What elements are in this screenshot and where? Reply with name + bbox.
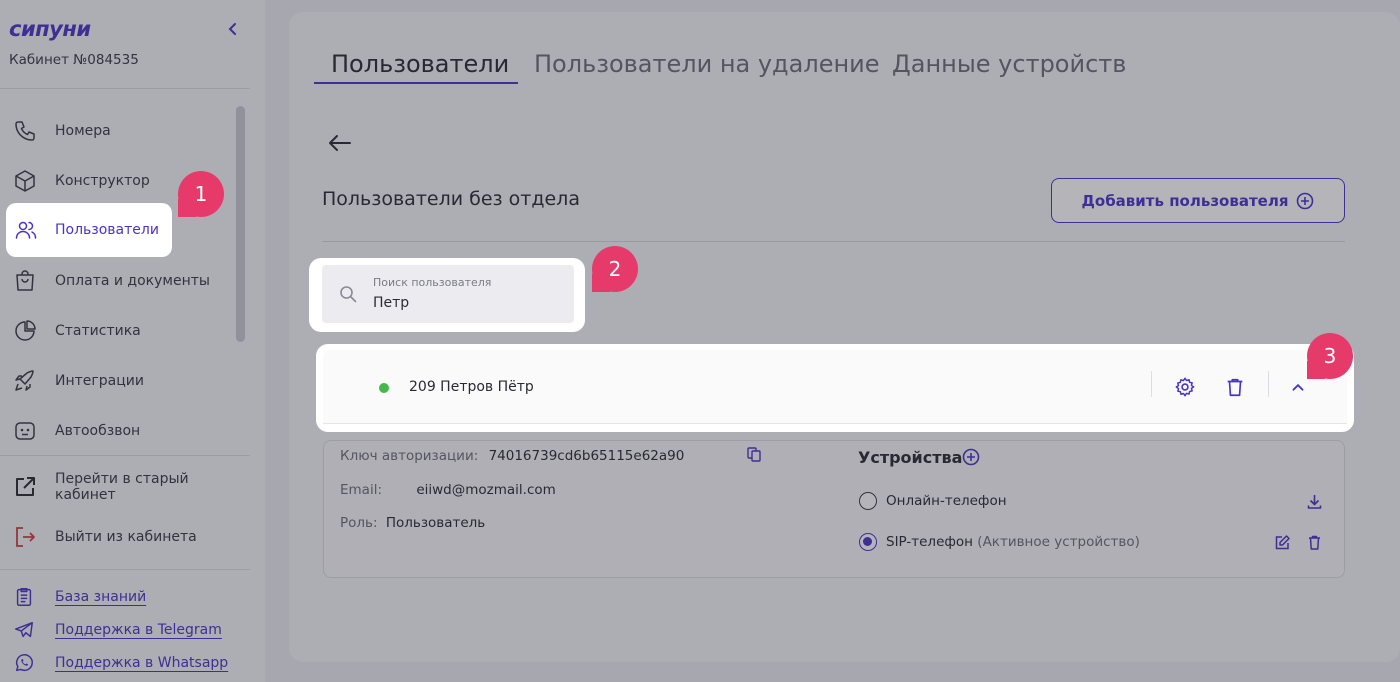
logout-icon xyxy=(16,527,35,547)
device-name: SIP-телефон xyxy=(886,534,973,550)
chevron-up-icon[interactable] xyxy=(1287,376,1309,398)
plus-circle-icon xyxy=(1297,192,1314,209)
user-name: 209 Петров Пётр xyxy=(409,379,534,395)
sidebar-item-label: Автообзвон xyxy=(55,423,141,439)
sidebar-item-numbers[interactable]: Номера xyxy=(0,111,232,151)
sidebar: сипуни Кабинет №084535 Номера Конструкто… xyxy=(0,0,265,682)
sidebar-scrollbar[interactable] xyxy=(236,106,245,342)
search-input[interactable]: Поиск пользователя Петр xyxy=(322,265,574,323)
settings-gear-icon[interactable] xyxy=(1174,376,1196,398)
active-device-note: (Активное устройство) xyxy=(977,534,1140,550)
sidebar-item-statistics[interactable]: Статистика xyxy=(0,311,232,351)
auth-key-label: Ключ авторизации: xyxy=(340,448,479,464)
search-container: Поиск пользователя Петр xyxy=(309,258,585,332)
logout-button[interactable]: Выйти из кабинета xyxy=(0,517,232,557)
chevron-left-icon xyxy=(228,23,236,35)
telegram-icon xyxy=(15,621,33,638)
divider xyxy=(322,241,1345,242)
devices-title: Устройства xyxy=(858,448,963,467)
role-value: Пользователь xyxy=(385,515,486,531)
cube-icon xyxy=(15,170,35,192)
pie-chart-icon xyxy=(15,320,36,341)
tab-users[interactable]: Пользователи xyxy=(331,50,509,78)
email-row: Email: eiiwd@mozmail.com xyxy=(340,482,556,498)
sidebar-item-payment[interactable]: Оплата и документы xyxy=(0,261,232,301)
bag-icon xyxy=(16,270,34,291)
telegram-support-label: Поддержка в Telegram xyxy=(55,622,222,638)
add-device-icon[interactable] xyxy=(962,448,980,466)
sidebar-item-label: Номера xyxy=(55,123,111,139)
tab-users-to-delete[interactable]: Пользователи на удаление xyxy=(534,50,880,78)
badge-number: 1 xyxy=(194,182,208,206)
device-name: Онлайн-телефон xyxy=(886,493,1007,509)
tab-device-data[interactable]: Данные устройств xyxy=(892,50,1126,78)
add-user-label: Добавить пользователя xyxy=(1081,191,1289,210)
online-phone-radio[interactable] xyxy=(859,492,877,510)
role-label: Роль: xyxy=(340,515,378,531)
whatsapp-support-label: Поддержка в Whatsapp xyxy=(55,655,229,671)
sidebar-item-label: Статистика xyxy=(55,323,141,339)
robot-icon xyxy=(15,422,35,440)
search-placeholder: Поиск пользователя xyxy=(373,276,492,289)
logout-label: Выйти из кабинета xyxy=(55,529,197,545)
sidebar-item-integrations[interactable]: Интеграции xyxy=(0,361,232,401)
main-panel: Пользователи Пользователи на удаление Да… xyxy=(289,12,1400,662)
download-icon[interactable] xyxy=(1306,493,1323,510)
knowledge-base-label: База знаний xyxy=(55,589,147,605)
cabinet-number: Кабинет №084535 xyxy=(9,52,139,68)
active-tab-indicator xyxy=(314,82,518,84)
user-row-highlight: 209 Петров Пётр xyxy=(316,344,1354,432)
phone-icon xyxy=(15,121,35,141)
sidebar-item-label: Пользователи xyxy=(55,222,159,238)
badge-number: 2 xyxy=(608,257,622,281)
badge-number: 3 xyxy=(1323,344,1337,368)
sidebar-item-users[interactable]: Пользователи xyxy=(6,203,172,257)
online-phone-label: Онлайн-телефон xyxy=(886,493,1007,509)
search-value: Петр xyxy=(373,295,410,311)
divider xyxy=(1268,371,1269,397)
user-row[interactable]: 209 Петров Пётр xyxy=(323,350,1347,424)
delete-user-icon[interactable] xyxy=(1224,376,1246,398)
collapse-sidebar-button[interactable] xyxy=(224,20,242,38)
divider xyxy=(0,455,250,456)
step-badge-2: 2 xyxy=(592,246,638,292)
external-link-icon xyxy=(16,477,35,496)
section-title: Пользователи без отдела xyxy=(322,188,580,210)
edit-icon[interactable] xyxy=(1274,534,1291,551)
email-value: eiiwd@mozmail.com xyxy=(416,482,556,498)
old-cabinet-link[interactable]: Перейти в старый кабинет xyxy=(0,467,232,507)
whatsapp-icon xyxy=(15,654,33,672)
sidebar-item-label: Оплата и документы xyxy=(55,273,210,289)
search-highlight: Поиск пользователя Петр xyxy=(309,258,585,332)
add-user-button[interactable]: Добавить пользователя xyxy=(1051,178,1345,223)
users-icon xyxy=(15,221,37,239)
online-status-dot xyxy=(379,383,389,393)
divider xyxy=(0,569,250,570)
logo[interactable]: сипуни xyxy=(9,17,91,41)
divider xyxy=(1151,371,1152,397)
auth-key-value: 74016739cd6b65115e62a90 xyxy=(488,448,685,464)
search-icon xyxy=(340,286,357,303)
clipboard-icon xyxy=(16,588,32,606)
auth-key-row: Ключ авторизации: 74016739cd6b65115e62a9… xyxy=(340,448,684,464)
divider xyxy=(0,88,250,89)
sidebar-item-autodial[interactable]: Автообзвон xyxy=(0,411,232,451)
sip-phone-radio[interactable] xyxy=(859,533,877,551)
role-row: Роль: Пользователь xyxy=(340,515,485,531)
trash-icon[interactable] xyxy=(1306,534,1323,551)
rocket-icon xyxy=(15,370,34,391)
old-cabinet-label: Перейти в старый кабинет xyxy=(55,471,189,503)
email-label: Email: xyxy=(340,482,383,498)
step-badge-3: 3 xyxy=(1307,333,1353,379)
copy-icon[interactable] xyxy=(746,446,762,462)
step-badge-1: 1 xyxy=(178,171,224,217)
sip-phone-label: SIP-телефон (Активное устройство) xyxy=(886,534,1140,550)
back-arrow-icon[interactable] xyxy=(327,132,353,154)
sidebar-item-label: Конструктор xyxy=(55,173,150,189)
sidebar-item-label: Интеграции xyxy=(55,373,144,389)
